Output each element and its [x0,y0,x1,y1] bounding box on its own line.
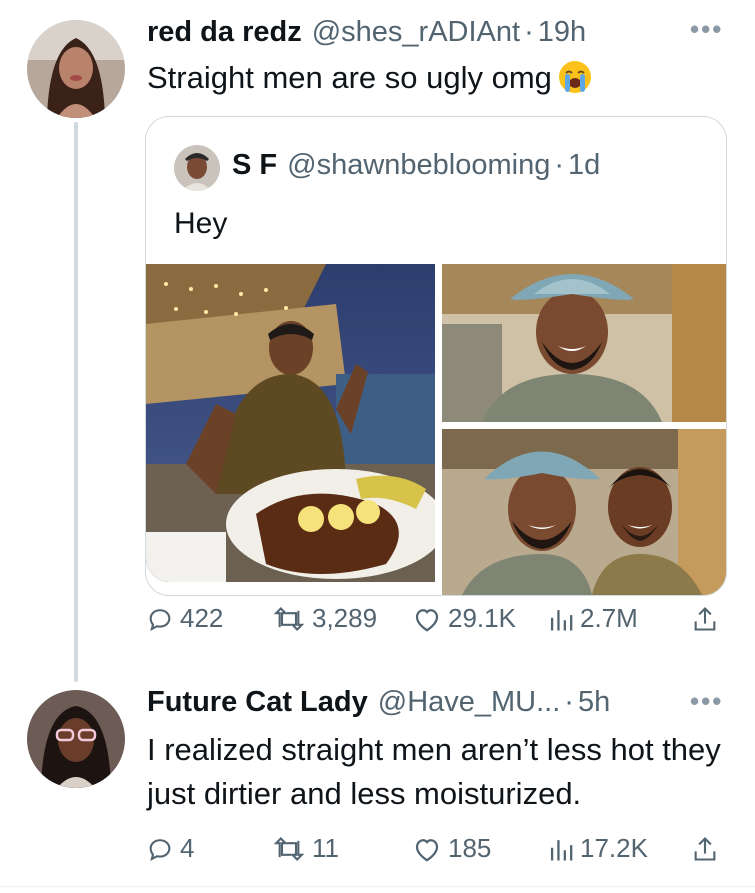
separator-dot: · [564,686,574,718]
share-icon [694,837,716,861]
tweet-text-content: Straight men are so ugly omg [147,60,552,95]
separator-dot: · [554,149,565,181]
reply-count: 4 [180,833,195,863]
share-button[interactable] [692,605,724,633]
repost-icon [273,836,305,861]
bar-chart-icon [550,609,573,630]
photo-restaurant-selfie[interactable] [146,264,435,582]
share-icon [694,607,716,631]
share-button[interactable] [692,835,724,863]
views-button[interactable]: 2.7M [548,603,638,634]
quoted-text: Hey [174,207,228,240]
like-button[interactable]: 29.1K [412,603,516,634]
quoted-timestamp[interactable]: 1d [568,149,600,182]
reply-text: I realized straight men aren’t less hot … [147,732,721,811]
author-name[interactable]: red da redz [147,16,302,49]
loudly-crying-face-icon [558,60,592,94]
more-icon[interactable]: ••• [690,14,723,45]
tweet-text: Straight men are so ugly omg [147,56,592,100]
separator-dot: · [524,16,534,48]
reply-button[interactable]: 4 [146,833,194,864]
heart-icon [415,838,439,862]
photo-bucket-hat-selfie[interactable] [442,264,726,422]
thread-line [74,122,78,682]
quoted-tweet-card[interactable]: S F @shawnbeblooming · 1d Hey [145,116,727,596]
reply-author-handle[interactable]: @Have_MU... [378,686,561,719]
repost-button[interactable]: 3,289 [272,603,377,634]
like-count: 29.1K [448,603,516,633]
reply-button[interactable]: 422 [146,603,223,634]
more-icon[interactable]: ••• [690,686,723,717]
photo-two-men-selfie[interactable] [442,429,726,595]
quoted-author-name[interactable]: S F [232,149,277,182]
repost-button[interactable]: 11 [272,833,339,864]
quoted-author-handle[interactable]: @shawnbeblooming [287,149,550,182]
reply-header: Future Cat Lady @Have_MU... · 5h [147,686,610,719]
reply-icon [149,608,171,631]
like-button[interactable]: 185 [412,833,491,864]
views-count: 2.7M [580,603,638,633]
views-count: 17.2K [580,833,648,863]
divider [0,886,755,887]
quoted-header: S F @shawnbeblooming · 1d [232,149,600,182]
repost-count: 3,289 [312,603,378,633]
reply-count: 422 [180,603,224,633]
quoted-avatar[interactable] [174,145,220,191]
avatar[interactable] [27,20,125,118]
reply-timestamp[interactable]: 5h [578,686,610,719]
repost-count: 11 [312,833,339,863]
repost-icon [273,606,305,631]
heart-icon [415,608,439,632]
bar-chart-icon [550,839,573,860]
reply-icon [149,838,171,861]
like-count: 185 [448,833,492,863]
reply-author-name[interactable]: Future Cat Lady [147,686,368,719]
tweet-header: red da redz @shes_rADIAnt · 19h [147,16,586,49]
views-button[interactable]: 17.2K [548,833,648,864]
author-handle[interactable]: @shes_rADIAnt [312,16,520,49]
timestamp[interactable]: 19h [538,16,586,49]
reply-avatar[interactable] [27,690,125,788]
